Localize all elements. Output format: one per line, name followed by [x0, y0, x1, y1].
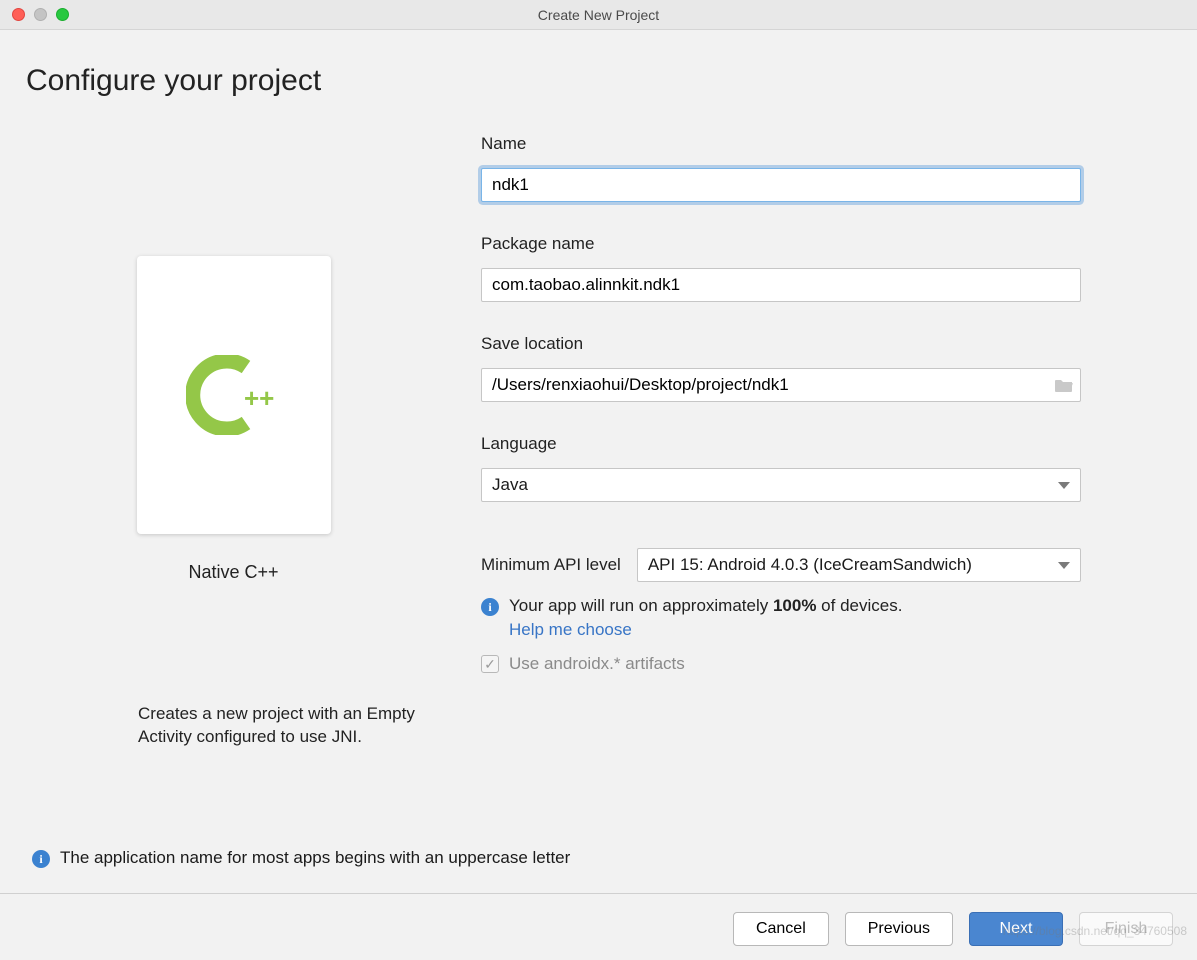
- close-icon[interactable]: [12, 8, 25, 21]
- cancel-button[interactable]: Cancel: [733, 912, 829, 946]
- chevron-down-icon: [1058, 562, 1070, 569]
- template-description: Creates a new project with an Empty Acti…: [26, 703, 441, 749]
- template-name: Native C++: [188, 562, 278, 583]
- template-preview: ++: [137, 256, 331, 534]
- divider: [0, 893, 1197, 894]
- name-input[interactable]: [481, 168, 1081, 202]
- androidx-checkbox: ✓: [481, 655, 499, 673]
- window-controls: [0, 8, 69, 21]
- footer-info: i The application name for most apps beg…: [32, 848, 570, 868]
- chevron-down-icon: [1058, 482, 1070, 489]
- package-label: Package name: [481, 234, 1081, 254]
- info-icon: i: [481, 598, 499, 616]
- api-level-select[interactable]: API 15: Android 4.0.3 (IceCreamSandwich): [637, 548, 1081, 582]
- compatibility-text: Your app will run on approximately 100% …: [509, 596, 902, 616]
- package-input[interactable]: [481, 268, 1081, 302]
- language-value: Java: [492, 475, 528, 495]
- api-label: Minimum API level: [481, 555, 621, 575]
- footer-text: The application name for most apps begin…: [60, 848, 570, 868]
- cpp-icon: ++: [186, 355, 282, 435]
- previous-button[interactable]: Previous: [845, 912, 953, 946]
- button-bar: Cancel Previous Next Finish: [733, 912, 1173, 946]
- androidx-label: Use androidx.* artifacts: [509, 654, 685, 674]
- titlebar: Create New Project: [0, 0, 1197, 30]
- location-label: Save location: [481, 334, 1081, 354]
- finish-button: Finish: [1079, 912, 1173, 946]
- language-select[interactable]: Java: [481, 468, 1081, 502]
- language-label: Language: [481, 434, 1081, 454]
- location-input[interactable]: [481, 368, 1081, 402]
- window-title: Create New Project: [0, 7, 1197, 23]
- api-value: API 15: Android 4.0.3 (IceCreamSandwich): [648, 555, 972, 575]
- maximize-icon[interactable]: [56, 8, 69, 21]
- name-label: Name: [481, 134, 1081, 154]
- next-button[interactable]: Next: [969, 912, 1063, 946]
- minimize-icon: [34, 8, 47, 21]
- info-icon: i: [32, 850, 50, 868]
- help-me-choose-link[interactable]: Help me choose: [509, 620, 1081, 640]
- androidx-checkbox-row: ✓ Use androidx.* artifacts: [481, 654, 1081, 674]
- svg-text:++: ++: [244, 383, 274, 413]
- folder-open-icon[interactable]: [1053, 376, 1075, 394]
- page-title: Configure your project: [26, 64, 1171, 98]
